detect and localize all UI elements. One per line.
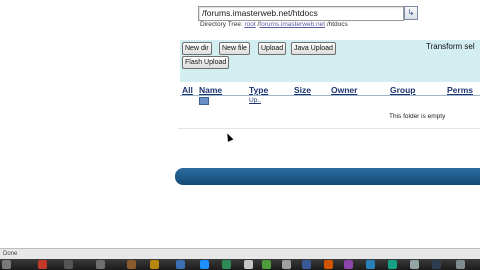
new-file-button[interactable]: New file [219, 42, 250, 55]
dock-app-icon[interactable] [432, 260, 441, 269]
column-owner[interactable]: Owner [331, 85, 357, 95]
transform-selected-label: Transform sel [426, 42, 475, 51]
go-button[interactable]: ↳ [404, 6, 418, 20]
dock-app-icon[interactable] [150, 260, 159, 269]
empty-folder-message: This folder is empty [389, 113, 446, 120]
dock-app-icon[interactable] [262, 260, 271, 269]
dock-app-icon[interactable] [38, 260, 47, 269]
dock-app-icon[interactable] [302, 260, 311, 269]
dock-app-icon[interactable] [324, 260, 333, 269]
dock-app-icon[interactable] [388, 260, 397, 269]
dock-app-icon[interactable] [282, 260, 291, 269]
up-link[interactable]: Up.. [249, 97, 261, 104]
dock-app-icon[interactable] [127, 260, 136, 269]
java-upload-button[interactable]: Java Upload [291, 42, 336, 55]
dock-app-icon[interactable] [96, 260, 105, 269]
dock-app-icon[interactable] [244, 260, 253, 269]
dock-app-icon[interactable] [64, 260, 73, 269]
status-bar: Done [0, 248, 480, 259]
column-type[interactable]: Type [249, 85, 268, 95]
column-name[interactable]: Name [199, 85, 222, 95]
dock-app-icon[interactable] [344, 260, 353, 269]
column-all[interactable]: All [182, 85, 193, 95]
dock-app-icon[interactable] [222, 260, 231, 269]
dock-app-icon[interactable] [2, 260, 11, 269]
directory-tree-label: Directory Tree: [200, 21, 243, 28]
column-group[interactable]: Group [390, 85, 416, 95]
dock-app-icon[interactable] [366, 260, 375, 269]
flash-upload-button[interactable]: Flash Upload [182, 56, 230, 69]
dock-app-icon[interactable] [200, 260, 209, 269]
dock-app-icon[interactable] [410, 260, 419, 269]
column-size[interactable]: Size [294, 85, 311, 95]
upload-button[interactable]: Upload [258, 42, 287, 55]
directory-tree: Directory Tree: root /forums.imasterweb.… [200, 21, 348, 28]
dock-app-icon[interactable] [456, 260, 465, 269]
folder-up-icon[interactable] [199, 97, 209, 105]
footer-bar [175, 168, 480, 185]
mouse-cursor-icon [224, 132, 234, 142]
new-dir-button[interactable]: New dir [182, 42, 212, 55]
directory-tree-root-link[interactable]: root [244, 21, 255, 28]
dock-app-icon[interactable] [176, 260, 185, 269]
path-input[interactable]: /forums.imasterweb.net/htdocs [198, 6, 404, 21]
status-text: Done [3, 251, 18, 257]
directory-tree-current: htdocs [328, 21, 348, 28]
directory-tree-host-link[interactable]: forums.imasterweb.net [259, 21, 325, 28]
column-perms[interactable]: Perms [447, 85, 473, 95]
